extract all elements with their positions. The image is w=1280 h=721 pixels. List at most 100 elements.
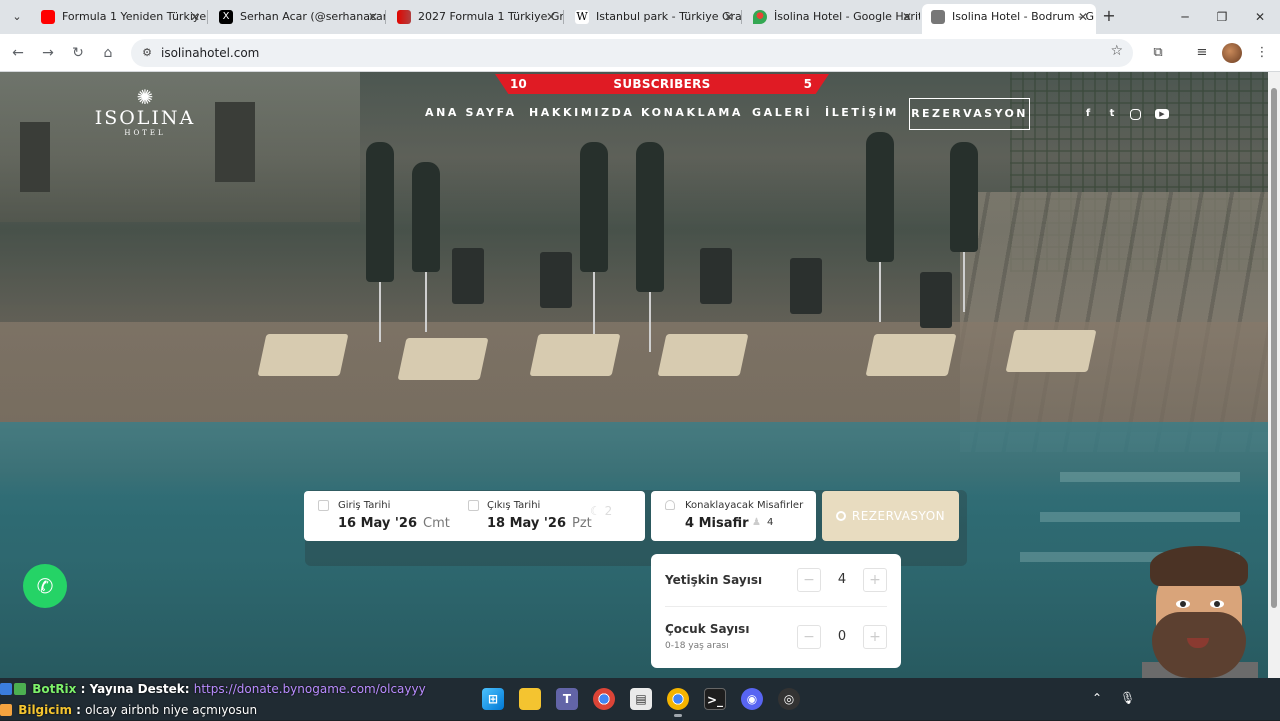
windows-start-icon[interactable]: ⊞ [482,688,504,710]
close-window-button[interactable]: ✕ [1245,6,1275,28]
reservation-search-button[interactable]: REZERVASYON [822,491,959,541]
chat-username: Bilgicim [18,703,72,717]
close-tab-icon[interactable]: ✕ [546,4,556,30]
forward-button[interactable]: → [38,43,58,63]
reservation-nav-button[interactable]: REZERVASYON [909,98,1030,130]
adults-increment-button[interactable]: + [863,568,887,592]
file-explorer-icon[interactable] [519,688,541,710]
tab-title: Istanbul park - Türkiye Gra [596,10,742,23]
reload-button[interactable]: ↻ [68,43,88,63]
sun-lounger [1005,330,1097,372]
hero-window [20,122,50,192]
children-decrement-button[interactable]: − [797,625,821,649]
close-tab-icon[interactable]: ✕ [1078,4,1088,30]
guests-label: Konaklayacak Misafirler [685,500,804,511]
umbrella [636,142,664,352]
checkout-day: Pzt [572,516,592,531]
youtube-icon[interactable]: ▶ [1155,109,1169,119]
youtube-icon [41,10,55,24]
umbrella [866,132,894,322]
browser-tab-active[interactable]: Isolina Hotel - Bodrum - G ✕ [922,4,1096,34]
minimize-button[interactable]: ─ [1170,6,1200,28]
profile-avatar[interactable] [1222,43,1242,63]
tab-separator [741,10,742,24]
tab-search-chevron-icon[interactable]: ⌄ [8,8,26,26]
terminal-icon[interactable]: >_ [704,688,726,710]
hotel-hero-section: 10 SUBSCRIBERS 5 ✺ ISOLINA HOTEL ANA SAY… [0,72,1268,678]
browser-tab[interactable]: X Serhan Acar (@serhanacar ✕ [210,4,386,30]
tab-title: 2027 Formula 1 Türkiye Gr [418,10,564,23]
checkin-date[interactable]: 16 May '26 Cmt [338,516,450,531]
nav-link-about[interactable]: HAKKIMIZDA [529,106,635,119]
nav-link-home[interactable]: ANA SAYFA [425,106,517,119]
browser-tab[interactable]: 2027 Formula 1 Türkiye Gr ✕ [388,4,564,30]
calendar-icon [318,500,329,511]
panel-divider [665,606,887,607]
browser-tab-strip: ⌄ Formula 1 Yeniden Türkiye ✕ X Serhan A… [0,0,1280,34]
twitter-icon[interactable]: t [1105,107,1119,121]
pool-chair [700,248,732,304]
page-scrollbar[interactable] [1268,72,1280,678]
discord-icon[interactable]: ◉ [741,688,763,710]
restore-button[interactable]: ❐ [1207,6,1237,28]
back-button[interactable]: ← [8,43,28,63]
chrome-icon[interactable] [593,688,615,710]
facebook-icon[interactable]: f [1081,107,1095,121]
url-text[interactable]: isolinahotel.com [161,39,259,67]
media-controls-icon[interactable]: ≡ [1192,43,1212,63]
nights-count: ☾ 2 [590,504,613,518]
site-info-icon[interactable]: ⚙ [139,45,155,61]
tray-chevron-icon[interactable]: ⌃ [1092,691,1102,705]
store-icon[interactable]: ▤ [630,688,652,710]
guests-count: 4 [767,517,774,528]
nav-link-gallery[interactable]: GALERİ [752,106,812,119]
guests-value[interactable]: 4 Misafir [685,516,749,531]
search-button-label: REZERVASYON [851,509,946,523]
chat-link[interactable]: https://donate.bynogame.com/olcayyy [194,682,426,696]
pool-chair [540,252,572,308]
children-increment-button[interactable]: + [863,625,887,649]
tab-title: Isolina Hotel - Bodrum - G [952,10,1095,23]
address-bar[interactable]: ⚙ isolinahotel.com ☆ [131,39,1133,67]
close-tab-icon[interactable]: ✕ [190,4,200,30]
chrome-active-icon[interactable] [667,688,689,710]
browser-tab[interactable]: W Istanbul park - Türkiye Gra ✕ [566,4,742,30]
close-tab-icon[interactable]: ✕ [902,4,912,30]
hero-window [215,102,255,182]
pool-step [1040,512,1240,522]
pool-chair [920,272,952,328]
bot-badge-icon [14,683,26,695]
microphone-icon[interactable]: 🎙 [1120,691,1135,705]
checkout-label: Çıkış Tarihi [487,500,541,511]
checkout-date[interactable]: 18 May '26 Pzt [487,516,592,531]
adults-label: Yetişkin Sayısı [665,573,763,587]
calendar-icon [468,500,479,511]
scrollbar-thumb[interactable] [1271,88,1277,608]
subscriber-label: SUBSCRIBERS [613,77,711,91]
teams-icon[interactable]: T [556,688,578,710]
nav-link-accommodation[interactable]: KONAKLAMA [641,106,743,119]
nav-link-contact[interactable]: İLETİŞİM [825,106,899,119]
extensions-icon[interactable]: ⧉ [1148,43,1168,63]
new-tab-button[interactable]: + [1098,6,1120,28]
browser-menu-icon[interactable]: ⋮ [1252,43,1272,63]
whatsapp-icon[interactable]: ✆ [23,564,67,608]
obs-icon[interactable]: ◎ [778,688,800,710]
instagram-icon[interactable] [1130,109,1141,120]
bookmark-star-icon[interactable]: ☆ [1110,43,1123,59]
browser-toolbar: ← → ↻ ⌂ ⚙ isolinahotel.com ☆ ⧉ ≡ ⋮ [0,34,1280,72]
avatar-hair [1150,546,1248,586]
logo-name: ISOLINA [94,107,196,129]
home-button[interactable]: ⌂ [98,43,118,63]
sun-lounger [529,334,621,376]
browser-tab[interactable]: Formula 1 Yeniden Türkiye ✕ [32,4,208,30]
search-icon [835,511,846,521]
site-logo[interactable]: ✺ ISOLINA HOTEL [94,87,196,145]
browser-tab[interactable]: İsolina Hotel - Google Harit ✕ [744,4,920,30]
close-tab-icon[interactable]: ✕ [368,4,378,30]
stream-chat-overlay: BotRix : Yayına Destek: https://donate.b… [0,679,426,721]
google-maps-icon [753,10,767,24]
close-tab-icon[interactable]: ✕ [724,4,734,30]
guest-count-panel: Yetişkin Sayısı − 4 + Çocuk Sayısı 0-18 … [651,554,901,668]
adults-decrement-button[interactable]: − [797,568,821,592]
